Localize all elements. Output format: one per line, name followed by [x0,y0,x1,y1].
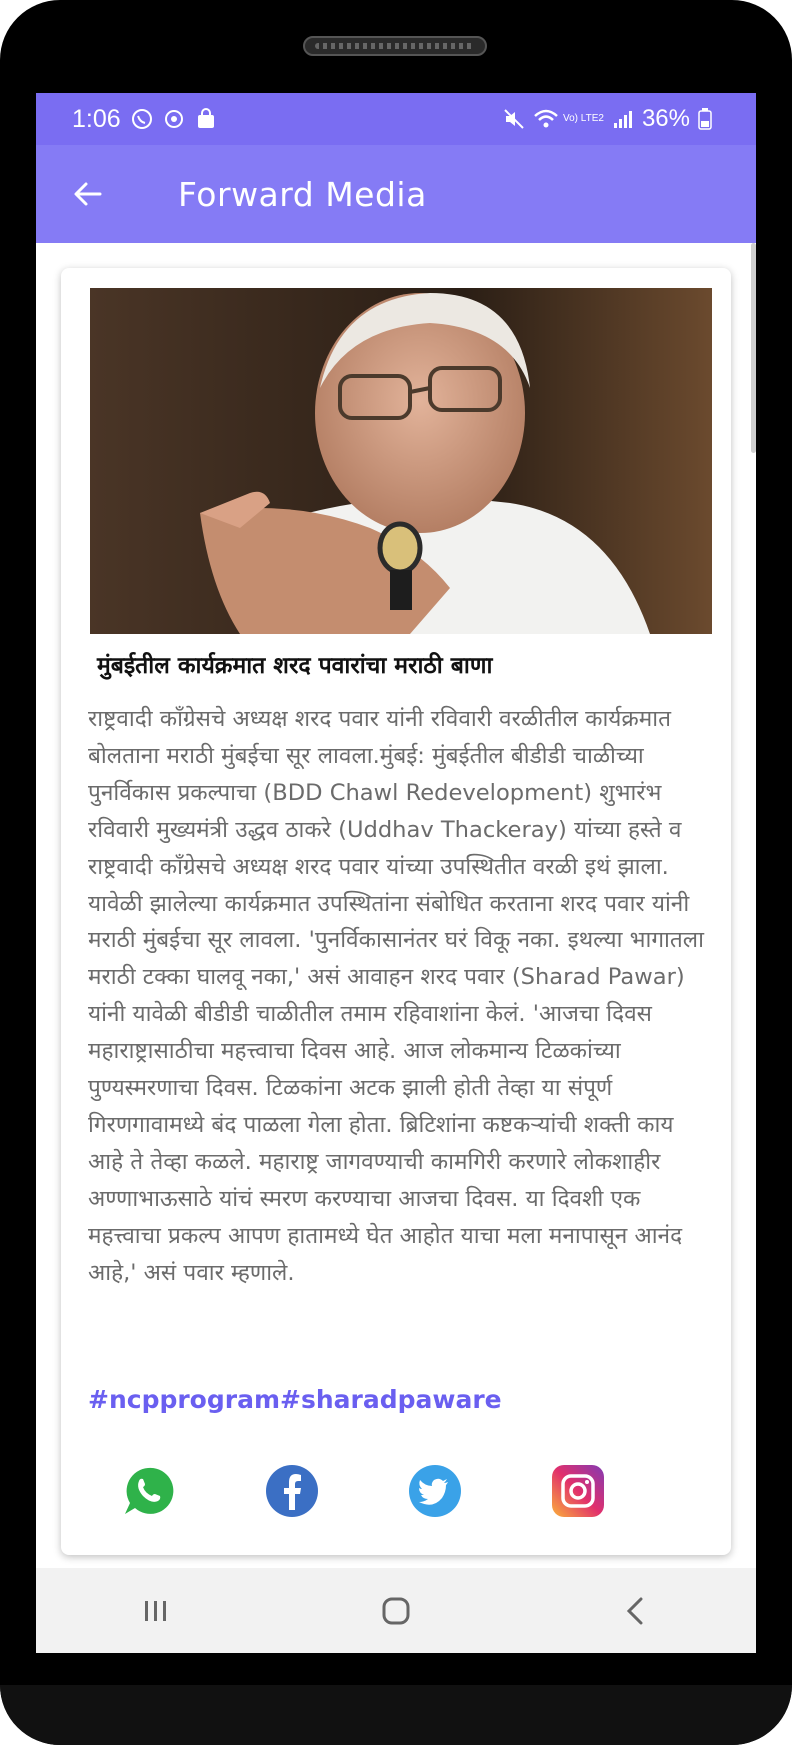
whatsapp-share-button[interactable] [121,1464,175,1518]
recents-button[interactable] [126,1581,186,1641]
facebook-icon [266,1465,318,1517]
post-card: मुंबईतील कार्यक्रमात शरद पवारांचा मराठी … [61,268,731,1555]
status-bar: 1:06 Vo) LTE2 36% [36,93,756,145]
twitter-icon [409,1465,461,1517]
instagram-share-button[interactable] [551,1464,605,1518]
post-photo [90,288,712,634]
battery-percent: 36% [641,105,690,132]
system-nav-bar [36,1568,756,1653]
post-hashtags[interactable]: #ncpprogram#sharadpaware [88,1385,688,1414]
sync-icon [163,108,185,130]
battery-icon [698,108,720,130]
content-area[interactable]: मुंबईतील कार्यक्रमात शरद पवारांचा मराठी … [36,243,756,1653]
arrow-left-icon [74,182,102,206]
nav-back-button[interactable] [606,1581,666,1641]
phone-frame: 1:06 Vo) LTE2 36% Forward Media मुंबईतील… [0,0,792,1745]
wifi-icon [533,108,558,130]
home-button[interactable] [366,1581,426,1641]
screen: 1:06 Vo) LTE2 36% Forward Media मुंबईतील… [36,93,756,1653]
bag-icon [195,108,217,130]
share-row [61,1464,731,1524]
mute-icon [503,108,525,130]
signal-icon [612,108,634,130]
speaker-grille [303,36,487,56]
twitter-share-button[interactable] [408,1464,462,1518]
home-icon [382,1597,410,1624]
post-headline: मुंबईतील कार्यक्रमात शरद पवारांचा मराठी … [97,653,493,679]
scrollbar[interactable] [751,243,756,453]
instagram-icon [552,1465,604,1517]
facebook-share-button[interactable] [265,1464,319,1518]
post-body: राष्ट्रवादी काँग्रेसचे अध्यक्ष शरद पवार … [88,706,704,1286]
bottom-bezel [0,1685,792,1745]
recents-icon [145,1600,166,1621]
back-button[interactable] [66,172,110,216]
page-title: Forward Media [178,174,427,214]
viber-icon [131,108,153,130]
back-icon [626,1597,643,1624]
status-time: 1:06 [72,104,121,133]
app-bar: Forward Media [36,145,756,243]
whatsapp-icon [125,1467,174,1514]
network-label: Vo) LTE2 [563,113,604,124]
